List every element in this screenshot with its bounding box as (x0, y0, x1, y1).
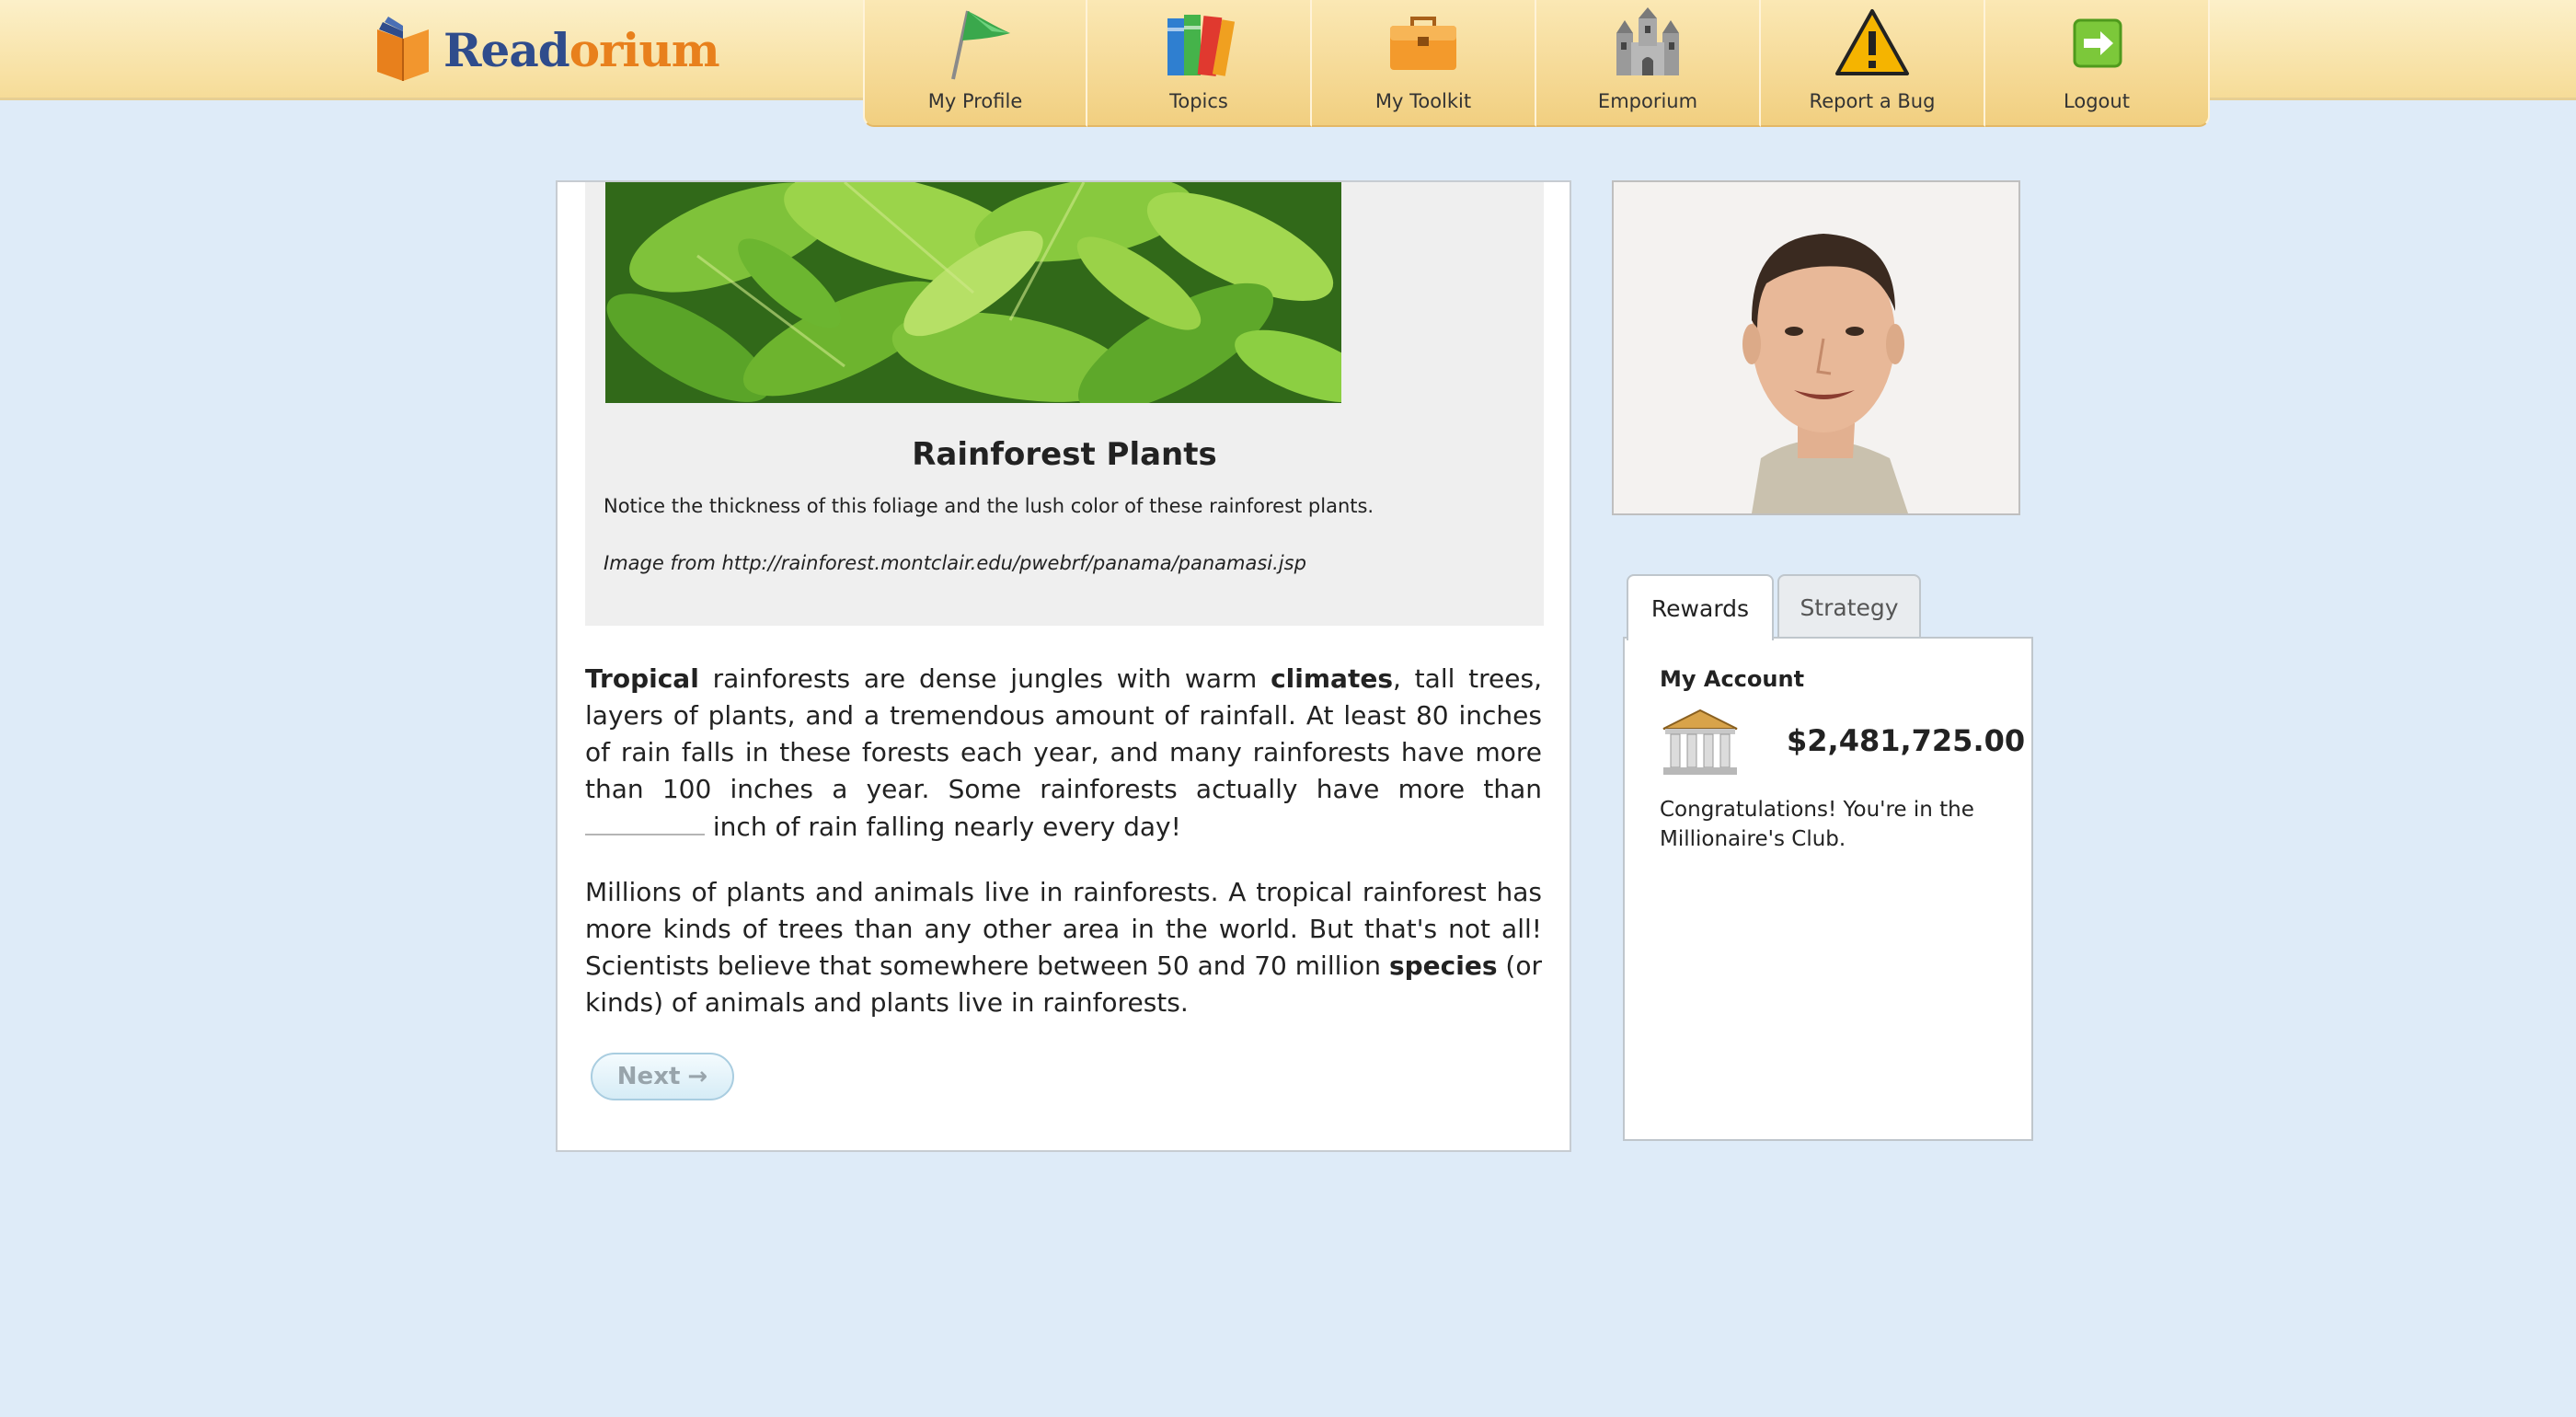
nav-emporium[interactable]: Emporium (1536, 0, 1761, 127)
account-title: My Account (1660, 666, 1805, 692)
book-logo-icon (377, 17, 429, 81)
main-nav: My Profile Topics My Toolkit Emporium Re… (863, 0, 2210, 127)
flag-icon (951, 10, 1010, 80)
figure-box: Rainforest Plants Notice the thickness o… (585, 182, 1544, 626)
nav-my-toolkit[interactable]: My Toolkit (1312, 0, 1536, 127)
video-player[interactable] (1612, 180, 2020, 515)
nav-report-a-bug[interactable]: Report a Bug (1761, 0, 1985, 127)
article-paragraph-1: Tropical rainforests are dense jungles w… (585, 663, 1542, 842)
next-button-label: Next (616, 1063, 681, 1090)
presenter-video-frame (1614, 182, 2018, 513)
logo-text: Readorium (443, 22, 720, 77)
figure-credit: Image from http://rainforest.montclair.e… (604, 552, 1306, 574)
books-icon (1167, 15, 1236, 76)
account-message: Congratulations! You're in the Millionai… (1660, 798, 1974, 851)
article-paragraph-2: Millions of plants and animals live in r… (585, 877, 1542, 1018)
readorium-logo[interactable]: Readorium (370, 13, 720, 86)
rewards-panel: My Account $2,481,725.00 Congratulations… (1623, 637, 2033, 1141)
account-balance: $2,481,725.00 (1787, 723, 2026, 758)
nav-my-profile[interactable]: My Profile (863, 0, 1087, 127)
logout-arrow-icon (2073, 18, 2122, 68)
fill-in-blank[interactable] (585, 808, 705, 835)
castle-icon (1616, 7, 1679, 75)
next-button[interactable]: Next → (591, 1053, 734, 1100)
toolbox-icon (1390, 17, 1456, 70)
top-bar: Readorium My Profile Topics My Toolkit E… (0, 0, 2576, 127)
tab-strategy[interactable]: Strategy (1777, 574, 1921, 639)
nav-topics[interactable]: Topics (1087, 0, 1312, 127)
figure-title: Rainforest Plants (912, 436, 1217, 473)
figure-caption: Notice the thickness of this foliage and… (604, 495, 1374, 517)
tab-rewards[interactable]: Rewards (1627, 574, 1774, 640)
nav-logout[interactable]: Logout (1985, 0, 2210, 127)
arrow-right-icon: → (687, 1063, 708, 1090)
bank-icon (1662, 708, 1738, 775)
lesson-card: Rainforest Plants Notice the thickness o… (556, 180, 1571, 1152)
warning-icon (1835, 9, 1909, 75)
rainforest-plants-image (605, 182, 1341, 403)
